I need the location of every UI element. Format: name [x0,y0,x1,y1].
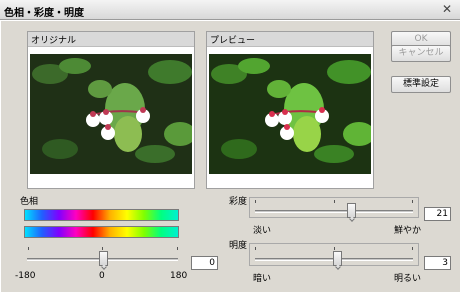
cancel-button[interactable]: キャンセル [391,45,451,62]
preview-label: プレビュー [210,36,256,46]
lightness-tick [412,247,413,250]
lightness-value-field[interactable]: 3 [424,256,451,270]
window-title: 色相・彩度・明度 [4,8,84,19]
saturation-tick [412,200,413,203]
hue-label: 色相 [20,197,39,207]
lightness-tick [255,247,256,250]
saturation-min-label: 淡い [253,226,272,236]
preview-panel: プレビュー [206,31,374,189]
original-panel: オリジナル [27,31,195,189]
saturation-tick [255,200,256,203]
hue-min-label: -180 [15,271,36,281]
preview-header: プレビュー [207,32,373,47]
original-header: オリジナル [28,32,194,47]
hue-slider-thumb[interactable] [99,251,108,266]
title-bar: 色相・彩度・明度 ✕ [0,0,460,20]
saturation-value-field[interactable]: 21 [424,207,451,221]
lightness-label: 明度 [229,241,248,251]
hue-shifted-bar [24,226,179,238]
hue-value-field[interactable]: 0 [191,256,218,270]
hue-reference-bar [24,209,179,221]
lightness-min-label: 暗い [253,274,272,284]
close-icon[interactable]: ✕ [440,2,454,16]
preview-image [209,54,371,174]
saturation-slider-track[interactable] [255,210,413,213]
lightness-max-label: 明るい [394,274,422,284]
saturation-max-label: 鮮やか [394,226,422,236]
lightness-slider-thumb[interactable] [333,251,342,266]
hue-max-label: 180 [170,271,188,281]
hue-mid-label: 0 [99,271,105,281]
hue-tick [177,247,178,250]
default-button[interactable]: 標準設定 [391,76,451,93]
hue-tick [102,247,103,250]
original-image [30,54,192,174]
original-label: オリジナル [31,36,77,46]
saturation-label: 彩度 [229,197,248,207]
saturation-tick [334,200,335,203]
saturation-slider-thumb[interactable] [347,203,356,218]
hue-tick [28,247,29,250]
lightness-tick [334,247,335,250]
